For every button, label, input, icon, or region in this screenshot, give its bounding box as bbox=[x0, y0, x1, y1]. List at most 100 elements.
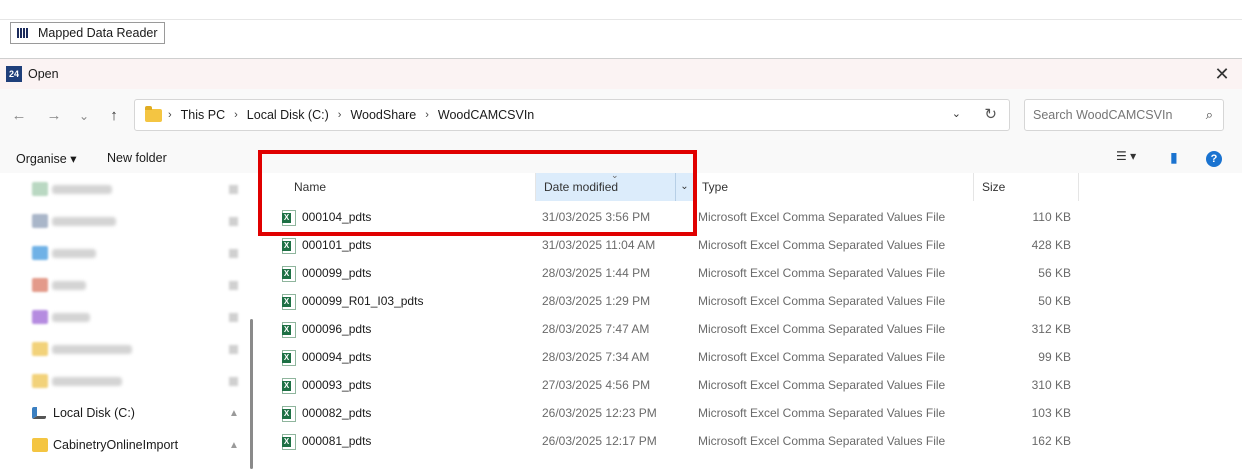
column-header-size[interactable]: Size bbox=[974, 173, 1079, 201]
blurred-label bbox=[52, 280, 86, 290]
file-type: Microsoft Excel Comma Separated Values F… bbox=[698, 238, 946, 252]
back-arrow-icon[interactable]: ← bbox=[8, 105, 30, 127]
blurred-label bbox=[52, 216, 116, 226]
excel-csv-file-icon bbox=[282, 238, 296, 254]
file-name: 000099_R01_I03_pdts bbox=[302, 294, 424, 308]
top-strip bbox=[0, 0, 1242, 20]
excel-csv-file-icon bbox=[282, 294, 296, 310]
file-type: Microsoft Excel Comma Separated Values F… bbox=[698, 434, 946, 448]
file-row[interactable]: 000082_pdts 26/03/2025 12:23 PM Microsoft … bbox=[262, 399, 1232, 427]
blurred-icon bbox=[32, 310, 48, 324]
close-icon[interactable]: ✕ bbox=[1212, 64, 1232, 84]
file-size: 99 KB bbox=[1038, 350, 1071, 364]
navigation-pane: Local Disk (C:) ▲ CabinetryOnlineImport … bbox=[0, 173, 250, 469]
column-label: Size bbox=[982, 180, 1006, 194]
file-size: 312 KB bbox=[1031, 322, 1071, 336]
file-type: Microsoft Excel Comma Separated Values F… bbox=[698, 350, 946, 364]
sidebar-item-blurred[interactable] bbox=[0, 269, 250, 301]
excel-csv-file-icon bbox=[282, 434, 296, 450]
blurred-icon bbox=[32, 278, 48, 292]
pin-icon bbox=[229, 344, 238, 354]
breadcrumb-separator: › bbox=[337, 109, 342, 121]
breadcrumb: › This PC › Local Disk (C:) › WoodShare … bbox=[168, 100, 534, 130]
sidebar-item-blurred[interactable] bbox=[0, 205, 250, 237]
sidebar-item-blurred[interactable] bbox=[0, 237, 250, 269]
breadcrumb-separator: › bbox=[234, 109, 238, 121]
pin-icon bbox=[229, 184, 238, 194]
file-date-modified: 26/03/2025 12:17 PM bbox=[542, 434, 657, 448]
blurred-icon bbox=[32, 246, 48, 260]
blurred-label bbox=[52, 376, 122, 386]
file-row[interactable]: 000099_R01_I03_pdts 28/03/2025 1:29 PM Mic… bbox=[262, 287, 1232, 315]
sidebar-item-cabinetry-online-import[interactable]: CabinetryOnlineImport ▲ bbox=[0, 429, 250, 461]
address-dropdown-icon[interactable]: ⌄ bbox=[952, 107, 961, 120]
sidebar-item-blurred[interactable] bbox=[0, 301, 250, 333]
sidebar-item-blurred[interactable] bbox=[0, 173, 250, 205]
column-header-type[interactable]: Type bbox=[694, 173, 974, 201]
file-row[interactable]: 000099_pdts 28/03/2025 1:44 PM Microsoft E… bbox=[262, 259, 1232, 287]
blurred-label bbox=[52, 344, 132, 354]
navigation-scrollbar[interactable] bbox=[250, 173, 254, 469]
help-icon[interactable]: ? bbox=[1206, 151, 1222, 167]
sidebar-item-label: Local Disk (C:) bbox=[53, 406, 135, 420]
pin-icon bbox=[229, 216, 238, 226]
recent-locations-icon[interactable]: ⌄ bbox=[73, 105, 95, 127]
preview-pane-icon[interactable]: ▮ bbox=[1170, 149, 1178, 166]
new-folder-button[interactable]: New folder bbox=[107, 151, 167, 165]
file-name: 000101_pdts bbox=[302, 238, 372, 252]
sidebar-item-blurred[interactable] bbox=[0, 365, 250, 397]
breadcrumb-woodshare[interactable]: WoodShare bbox=[350, 108, 416, 122]
search-icon[interactable]: ⌕ bbox=[1206, 107, 1213, 123]
forward-arrow-icon[interactable]: → bbox=[43, 105, 65, 127]
refresh-icon[interactable]: ↻ bbox=[984, 105, 997, 123]
file-size: 103 KB bbox=[1031, 406, 1071, 420]
breadcrumb-woodcamcsvin[interactable]: WoodCAMCSVIn bbox=[438, 108, 534, 122]
breadcrumb-separator: › bbox=[425, 109, 429, 121]
view-options-icon[interactable]: ☰ ▾ bbox=[1116, 149, 1136, 163]
file-row[interactable]: 000081_pdts 26/03/2025 12:17 PM Microsoft … bbox=[262, 427, 1232, 455]
file-name: 000099_pdts bbox=[302, 266, 372, 280]
navigation-bar: ← → ⌄ ↑ › This PC › Local Disk (C:) › Wo… bbox=[0, 89, 1242, 145]
organise-button[interactable]: Organise ▾ bbox=[16, 151, 76, 166]
search-input[interactable] bbox=[1025, 100, 1195, 130]
file-row[interactable]: 000094_pdts 28/03/2025 7:34 AM Microsoft E… bbox=[262, 343, 1232, 371]
up-arrow-icon[interactable]: ↑ bbox=[103, 105, 125, 127]
pin-icon bbox=[229, 280, 238, 290]
excel-csv-file-icon bbox=[282, 406, 296, 422]
scrollbar-thumb[interactable] bbox=[250, 319, 253, 469]
search-box[interactable]: ⌕ bbox=[1024, 99, 1224, 131]
sidebar-item-blurred[interactable] bbox=[0, 333, 250, 365]
address-bar[interactable]: › This PC › Local Disk (C:) › WoodShare … bbox=[134, 99, 1010, 131]
file-type: Microsoft Excel Comma Separated Values F… bbox=[698, 210, 946, 224]
title-bar: 24 Open ✕ bbox=[0, 59, 1242, 89]
highlight-annotation bbox=[258, 150, 697, 236]
breadcrumb-separator: › bbox=[168, 109, 172, 121]
file-type: Microsoft Excel Comma Separated Values F… bbox=[698, 378, 946, 392]
app-tab-label: Mapped Data Reader bbox=[38, 26, 158, 40]
file-row[interactable]: 000096_pdts 28/03/2025 7:47 AM Microsoft E… bbox=[262, 315, 1232, 343]
file-type: Microsoft Excel Comma Separated Values F… bbox=[698, 294, 946, 308]
blurred-icon bbox=[32, 342, 48, 356]
file-date-modified: 26/03/2025 12:23 PM bbox=[542, 406, 657, 420]
pin-icon[interactable]: ▲ bbox=[229, 440, 239, 451]
breadcrumb-this-pc[interactable]: This PC bbox=[181, 108, 225, 122]
file-type: Microsoft Excel Comma Separated Values F… bbox=[698, 266, 946, 280]
file-size: 50 KB bbox=[1038, 294, 1071, 308]
file-row[interactable]: 000093_pdts 27/03/2025 4:56 PM Microsoft E… bbox=[262, 371, 1232, 399]
app-tab[interactable]: Mapped Data Reader bbox=[10, 22, 165, 44]
blurred-label bbox=[52, 312, 90, 322]
sidebar-item-local-disk[interactable]: Local Disk (C:) ▲ bbox=[0, 397, 250, 429]
file-date-modified: 28/03/2025 1:44 PM bbox=[542, 266, 651, 280]
pin-icon bbox=[229, 248, 238, 258]
file-name: 000094_pdts bbox=[302, 350, 372, 364]
pin-icon bbox=[229, 376, 238, 386]
file-date-modified: 28/03/2025 7:34 AM bbox=[542, 350, 650, 364]
pin-icon[interactable]: ▲ bbox=[229, 408, 239, 419]
file-size: 162 KB bbox=[1031, 434, 1071, 448]
excel-csv-file-icon bbox=[282, 266, 296, 282]
file-name: 000082_pdts bbox=[302, 406, 372, 420]
file-list-scrollbar[interactable] bbox=[1232, 173, 1242, 469]
folder-icon bbox=[145, 106, 162, 122]
excel-csv-file-icon bbox=[282, 322, 296, 338]
breadcrumb-local-disk[interactable]: Local Disk (C:) bbox=[247, 108, 329, 122]
